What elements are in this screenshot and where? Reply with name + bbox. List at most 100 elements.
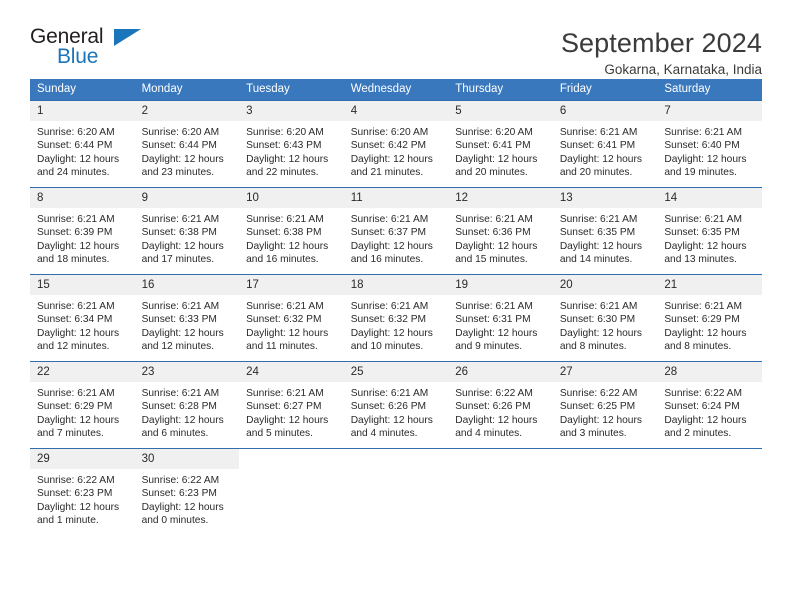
sunset-text: Sunset: 6:36 PM [455, 227, 531, 239]
day-details: Sunrise: 6:22 AM Sunset: 6:23 PM Daylight:… [135, 469, 240, 527]
calendar-day-cell[interactable]: 10 Sunrise: 6:21 AM Sunset: 6:38 PM Dayligh… [239, 187, 344, 275]
day-details: Sunrise: 6:20 AM Sunset: 6:41 PM Daylight:… [448, 121, 553, 179]
day-number: 20 [552, 275, 658, 295]
day-number: 6 [552, 101, 658, 121]
calendar-day-cell[interactable]: 6 Sunrise: 6:21 AM Sunset: 6:41 PM Daylight… [552, 100, 658, 188]
calendar-day-cell[interactable]: 25 Sunrise: 6:21 AM Sunset: 6:26 PM Dayligh… [343, 361, 449, 449]
calendar-day-cell[interactable]: 2 Sunrise: 6:20 AM Sunset: 6:44 PM Daylight… [134, 100, 240, 188]
day-details: Sunrise: 6:21 AM Sunset: 6:34 PM Daylight:… [30, 295, 135, 353]
calendar-day-cell[interactable]: 21 Sunrise: 6:21 AM Sunset: 6:29 PM Dayligh… [657, 274, 762, 362]
calendar-day-cell[interactable]: 28 Sunrise: 6:22 AM Sunset: 6:24 PM Dayligh… [657, 361, 762, 449]
calendar-day-cell[interactable]: 24 Sunrise: 6:21 AM Sunset: 6:27 PM Dayligh… [239, 361, 344, 449]
calendar-day-cell[interactable]: 20 Sunrise: 6:21 AM Sunset: 6:30 PM Dayligh… [552, 274, 658, 362]
calendar-day-cell[interactable]: 9 Sunrise: 6:21 AM Sunset: 6:38 PM Daylight… [134, 187, 240, 275]
weekday-header-row: Sunday Monday Tuesday Wednesday Thursday… [30, 79, 762, 101]
sunset-text: Sunset: 6:44 PM [37, 140, 113, 152]
calendar-day-cell[interactable]: 7 Sunrise: 6:21 AM Sunset: 6:40 PM Daylight… [657, 100, 762, 188]
sunset-text: Sunset: 6:33 PM [141, 314, 217, 326]
calendar-day-cell[interactable]: 18 Sunrise: 6:21 AM Sunset: 6:32 PM Dayligh… [343, 274, 449, 362]
calendar-day-cell[interactable]: 14 Sunrise: 6:21 AM Sunset: 6:35 PM Dayligh… [657, 187, 762, 275]
calendar-day-cell[interactable]: 16 Sunrise: 6:21 AM Sunset: 6:33 PM Dayligh… [134, 274, 240, 362]
sunset-text: Sunset: 6:42 PM [350, 140, 427, 152]
calendar-day-cell[interactable]: 27 Sunrise: 6:22 AM Sunset: 6:25 PM Dayligh… [552, 361, 658, 449]
calendar-day-cell[interactable]: 1 Sunrise: 6:20 AM Sunset: 6:44 PM Daylight… [30, 100, 135, 188]
sunrise-text: Sunrise: 6:21 AM [246, 388, 324, 399]
calendar-day-cell[interactable]: 8 Sunrise: 6:21 AM Sunset: 6:39 PM Daylight… [30, 187, 135, 275]
daylight-text: Daylight: 12 hours and 21 minutes. [350, 153, 433, 178]
calendar-empty-cell [239, 448, 344, 535]
sunrise-text: Sunrise: 6:21 AM [37, 214, 115, 225]
sunrise-text: Sunrise: 6:22 AM [141, 475, 220, 486]
title-block: September 2024 Gokarna, Karnataka, India [561, 26, 762, 78]
calendar-week-row: 8 Sunrise: 6:21 AM Sunset: 6:39 PM Daylight… [30, 187, 762, 275]
calendar-day-cell[interactable]: 5 Sunrise: 6:20 AM Sunset: 6:41 PM Daylight… [448, 100, 553, 188]
weekday-header-monday: Monday [134, 79, 240, 101]
day-number: 11 [343, 188, 449, 208]
sunrise-text: Sunrise: 6:20 AM [455, 127, 533, 138]
sunset-text: Sunset: 6:25 PM [559, 401, 636, 413]
sunset-text: Sunset: 6:37 PM [350, 227, 427, 239]
sunset-text: Sunset: 6:26 PM [455, 401, 531, 413]
calendar-page: General Blue September 2024 Gokarna, Kar… [0, 0, 792, 612]
day-number: 16 [134, 275, 240, 295]
calendar-day-cell[interactable]: 11 Sunrise: 6:21 AM Sunset: 6:37 PM Dayligh… [343, 187, 449, 275]
day-details: Sunrise: 6:21 AM Sunset: 6:35 PM Daylight:… [553, 208, 658, 266]
day-number [448, 449, 553, 469]
page-header: General Blue September 2024 Gokarna, Kar… [30, 0, 762, 77]
day-number: 5 [448, 101, 553, 121]
day-details: Sunrise: 6:20 AM Sunset: 6:44 PM Daylight:… [30, 121, 135, 179]
calendar-day-cell[interactable]: 19 Sunrise: 6:21 AM Sunset: 6:31 PM Dayligh… [448, 274, 553, 362]
daylight-text: Daylight: 12 hours and 16 minutes. [350, 240, 433, 265]
day-number: 7 [657, 101, 762, 121]
calendar-empty-cell [657, 448, 762, 535]
day-details: Sunrise: 6:21 AM Sunset: 6:33 PM Daylight:… [135, 295, 240, 353]
day-details: Sunrise: 6:21 AM Sunset: 6:39 PM Daylight:… [30, 208, 135, 266]
calendar-day-cell[interactable]: 15 Sunrise: 6:21 AM Sunset: 6:34 PM Dayligh… [30, 274, 135, 362]
logo-text-blue: Blue [57, 45, 99, 68]
day-number: 30 [134, 449, 240, 469]
sunset-text: Sunset: 6:38 PM [246, 227, 322, 239]
calendar-day-cell[interactable]: 30 Sunrise: 6:22 AM Sunset: 6:23 PM Dayligh… [134, 448, 240, 535]
sunset-text: Sunset: 6:31 PM [455, 314, 531, 326]
daylight-text: Daylight: 12 hours and 23 minutes. [141, 153, 224, 178]
calendar-day-cell[interactable]: 17 Sunrise: 6:21 AM Sunset: 6:32 PM Dayligh… [239, 274, 344, 362]
sunrise-text: Sunrise: 6:20 AM [246, 127, 324, 138]
sunset-text: Sunset: 6:38 PM [141, 227, 217, 239]
daylight-text: Daylight: 12 hours and 18 minutes. [37, 240, 120, 265]
day-number: 18 [343, 275, 449, 295]
calendar-day-cell[interactable]: 3 Sunrise: 6:20 AM Sunset: 6:43 PM Daylight… [239, 100, 344, 188]
calendar-day-cell[interactable]: 13 Sunrise: 6:21 AM Sunset: 6:35 PM Dayligh… [552, 187, 658, 275]
calendar-day-cell[interactable]: 12 Sunrise: 6:21 AM Sunset: 6:36 PM Dayligh… [448, 187, 553, 275]
day-number: 2 [134, 101, 240, 121]
sunrise-text: Sunrise: 6:21 AM [141, 388, 220, 399]
daylight-text: Daylight: 12 hours and 8 minutes. [664, 327, 747, 352]
day-number: 22 [30, 362, 135, 382]
daylight-text: Daylight: 12 hours and 15 minutes. [455, 240, 538, 265]
day-number: 9 [134, 188, 240, 208]
calendar-week-row: 29 Sunrise: 6:22 AM Sunset: 6:23 PM Dayligh… [30, 448, 762, 535]
day-number [239, 449, 344, 469]
sunset-text: Sunset: 6:23 PM [141, 488, 217, 500]
sunrise-text: Sunrise: 6:20 AM [141, 127, 220, 138]
calendar-day-cell[interactable]: 29 Sunrise: 6:22 AM Sunset: 6:23 PM Dayligh… [30, 448, 135, 535]
calendar-day-cell[interactable]: 4 Sunrise: 6:20 AM Sunset: 6:42 PM Daylight… [343, 100, 449, 188]
sunrise-text: Sunrise: 6:21 AM [664, 214, 742, 225]
sunset-text: Sunset: 6:44 PM [141, 140, 217, 152]
daylight-text: Daylight: 12 hours and 1 minute. [37, 501, 120, 526]
day-details: Sunrise: 6:21 AM Sunset: 6:36 PM Daylight:… [448, 208, 553, 266]
weekday-header-friday: Friday [552, 79, 658, 101]
day-details: Sunrise: 6:22 AM Sunset: 6:25 PM Daylight:… [553, 382, 658, 440]
day-details: Sunrise: 6:21 AM Sunset: 6:38 PM Daylight:… [239, 208, 344, 266]
daylight-text: Daylight: 12 hours and 0 minutes. [141, 501, 224, 526]
calendar-day-cell[interactable]: 26 Sunrise: 6:22 AM Sunset: 6:26 PM Dayligh… [448, 361, 553, 449]
day-number: 1 [30, 101, 135, 121]
calendar-day-cell[interactable]: 23 Sunrise: 6:21 AM Sunset: 6:28 PM Dayligh… [134, 361, 240, 449]
page-title: September 2024 [560, 28, 762, 58]
sunset-text: Sunset: 6:34 PM [37, 314, 113, 326]
sunset-text: Sunset: 6:23 PM [37, 488, 113, 500]
sunrise-text: Sunrise: 6:22 AM [559, 388, 638, 399]
day-number: 19 [448, 275, 553, 295]
day-details: Sunrise: 6:20 AM Sunset: 6:44 PM Daylight:… [135, 121, 240, 179]
calendar-day-cell[interactable]: 22 Sunrise: 6:21 AM Sunset: 6:29 PM Dayligh… [30, 361, 135, 449]
day-number [657, 449, 762, 469]
